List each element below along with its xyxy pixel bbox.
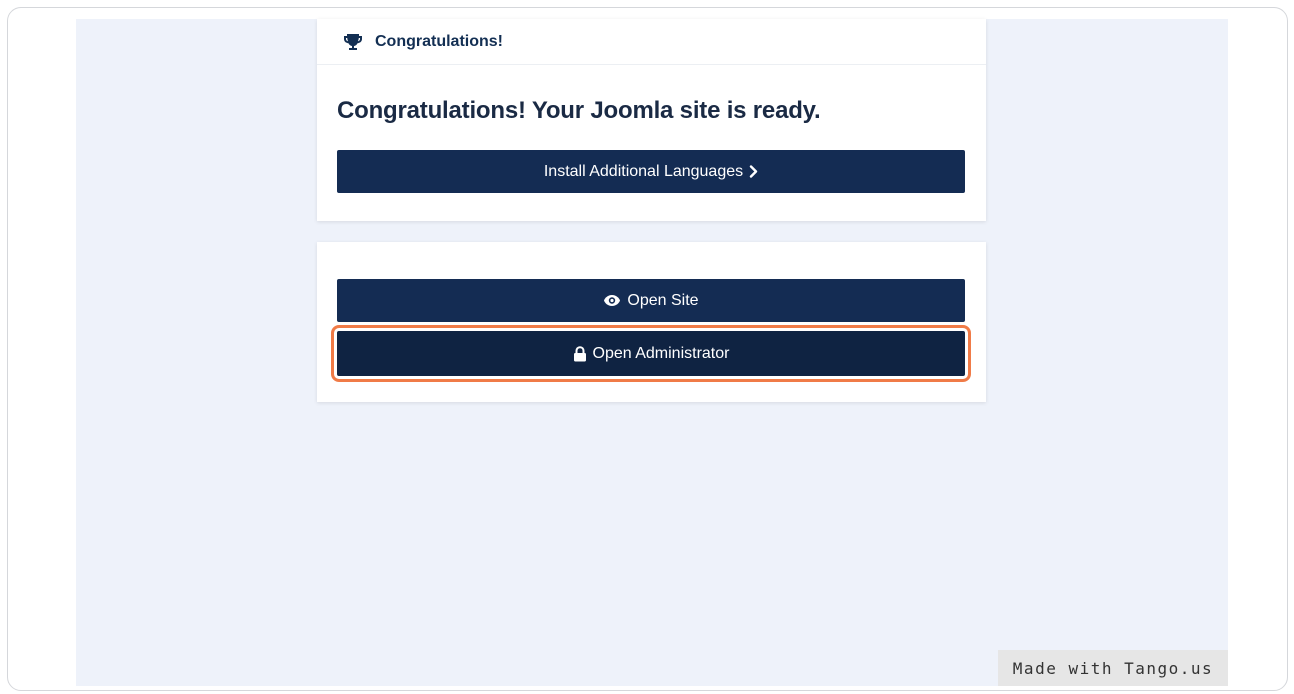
screenshot-frame: Congratulations! Congratulations! Your J…	[7, 7, 1288, 691]
open-site-button[interactable]: Open Site	[337, 279, 965, 322]
browser-viewport: Congratulations! Congratulations! Your J…	[76, 19, 1228, 686]
trophy-icon	[343, 32, 363, 52]
lock-icon	[573, 345, 587, 362]
open-administrator-button[interactable]: Open Administrator	[337, 331, 965, 376]
open-site-label: Open Site	[627, 291, 699, 309]
actions-card: Open Site Open Administrator	[317, 242, 986, 402]
eye-icon	[603, 294, 621, 307]
tango-watermark: Made with Tango.us	[998, 650, 1228, 686]
card-header: Congratulations!	[317, 19, 986, 65]
chevron-right-icon	[749, 165, 758, 178]
install-additional-languages-button[interactable]: Install Additional Languages	[337, 150, 965, 193]
card-header-title: Congratulations!	[375, 32, 503, 50]
open-administrator-label: Open Administrator	[592, 344, 730, 362]
page-headline: Congratulations! Your Joomla site is rea…	[337, 97, 821, 124]
congratulations-card: Congratulations! Congratulations! Your J…	[317, 19, 986, 221]
install-additional-languages-label: Install Additional Languages	[543, 162, 744, 180]
